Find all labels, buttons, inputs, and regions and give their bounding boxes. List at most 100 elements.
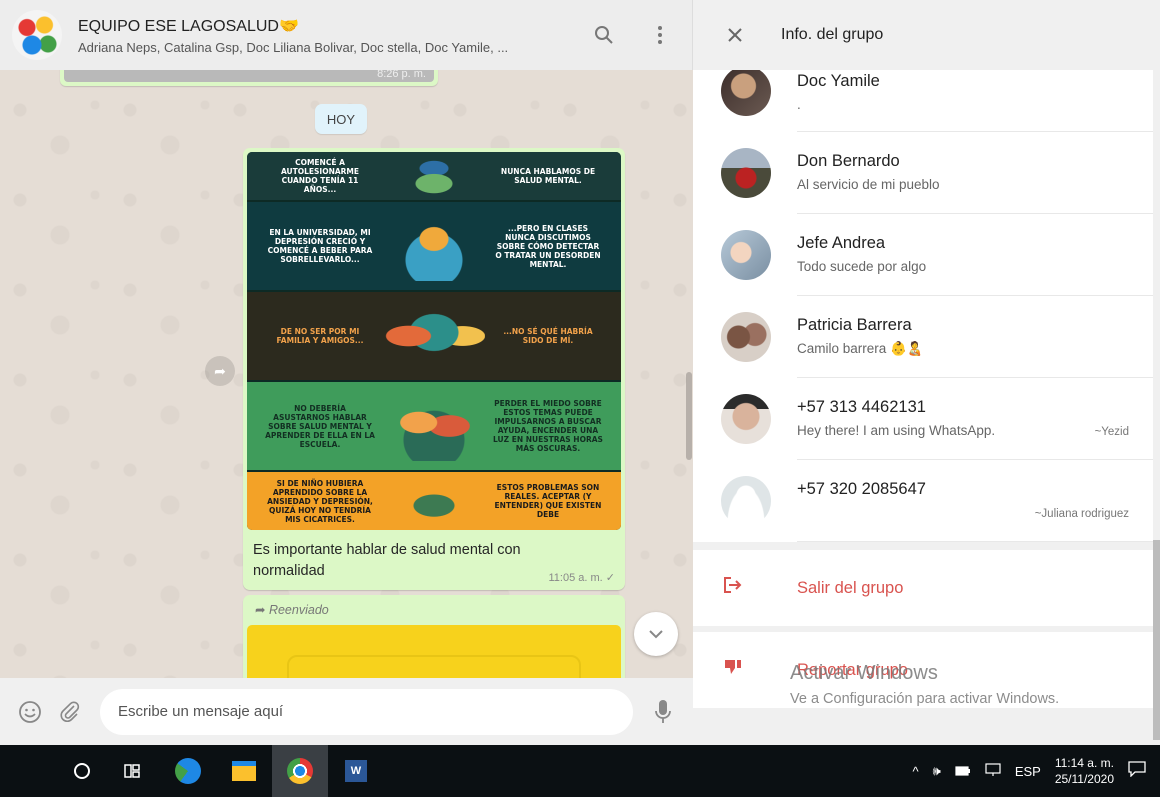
comic-caption: NO DEBERÍA ASUSTARNOS HABLAR SOBRE SALUD… (265, 403, 375, 449)
member-status: . (797, 97, 801, 112)
close-icon[interactable] (723, 23, 747, 47)
cortana-icon[interactable] (60, 745, 104, 797)
notification-icon[interactable] (1128, 760, 1146, 782)
forward-icon[interactable]: ➦ (205, 356, 235, 386)
comic-figure (383, 477, 485, 525)
chat-scrollbar[interactable] (686, 372, 692, 460)
member-alias: ~Yezid (1094, 426, 1129, 438)
exit-group-button[interactable]: Salir del grupo (693, 550, 1153, 626)
edge-logo (175, 758, 201, 784)
chevron-up-icon[interactable]: ^ (913, 764, 919, 779)
group-info-title: Info. del grupo (781, 26, 884, 43)
message-text: Es importante hablar de salud mental con… (253, 542, 521, 579)
folder-logo (232, 761, 256, 781)
chrome-logo (287, 758, 313, 784)
member-name: Patricia Barrera (797, 316, 912, 334)
comic-panel: SI DE NIÑO HUBIERA APRENDIDO SOBRE LA AN… (247, 472, 621, 530)
comic-image[interactable]: COMENCÉ A AUTOLESIONARME CUANDO TENÍA 11… (247, 152, 621, 530)
image-message[interactable]: COMENCÉ A AUTOLESIONARME CUANDO TENÍA 11… (243, 148, 625, 590)
day-separator: HOY (315, 104, 367, 134)
comic-panel: DE NO SER POR MI FAMILIA Y AMIGOS... ...… (247, 292, 621, 380)
group-avatar[interactable] (12, 10, 62, 60)
clock-date: 25/11/2020 (1054, 772, 1114, 786)
comic-caption: NUNCA HABLAMOS DE SALUD MENTAL. (500, 167, 596, 185)
battery-icon[interactable] (955, 764, 971, 779)
chrome-icon[interactable] (272, 745, 328, 797)
comic-panel: EN LA UNIVERSIDAD, MI DEPRESIÓN CRECIÓ Y… (247, 202, 621, 290)
thumbs-down-icon (723, 658, 747, 682)
edge-icon[interactable] (160, 745, 216, 797)
comic-figure (383, 156, 485, 196)
composer (0, 678, 693, 745)
info-scrollbar[interactable] (1153, 540, 1160, 740)
forwarded-text: Reenviado (268, 603, 329, 617)
member-text: Patricia Barrera Camilo barrera 👶🧑‍🍼 (797, 296, 1153, 378)
microphone-icon[interactable] (643, 692, 683, 732)
exit-icon (723, 576, 747, 600)
task-view-icon[interactable] (104, 745, 160, 797)
chat-header[interactable]: EQUIPO ESE LAGOSALUD🤝 Adriana Neps, Cata… (0, 0, 693, 70)
comic-caption: ...NO SÉ QUÉ HABRÍA SIDO DE MÍ. (503, 327, 593, 345)
member-list: Doc Yamile . Don Bernardo Al servicio de… (693, 50, 1153, 542)
comic-figure (383, 300, 485, 372)
member-item[interactable]: +57 320 2085647 ~Juliana rodriguez (693, 460, 1153, 542)
watermark-title: Activar Windows (790, 662, 938, 684)
comic-figure (383, 390, 485, 462)
message-time: 11:05 a. m. ✓ (548, 572, 616, 584)
chat-header-text[interactable]: EQUIPO ESE LAGOSALUD🤝 Adriana Neps, Cata… (78, 16, 568, 55)
member-text: Jefe Andrea Todo sucede por algo (797, 214, 1153, 296)
avatar (721, 394, 771, 444)
avatar (721, 66, 771, 116)
member-text: +57 313 4462131 Hey there! I am using Wh… (797, 378, 1153, 460)
comic-caption: ESTOS PROBLEMAS SON REALES. ACEPTAR (Y E… (494, 483, 602, 519)
member-item[interactable]: Jefe Andrea Todo sucede por algo (693, 214, 1153, 296)
clock-time: 11:14 a. m. (1054, 756, 1114, 770)
clock[interactable]: 11:14 a. m. 25/11/2020 (1055, 755, 1114, 787)
message-input[interactable] (100, 688, 633, 735)
avatar (721, 230, 771, 280)
member-name: Don Bernardo (797, 152, 900, 170)
network-icon[interactable] (985, 762, 1001, 780)
menu-icon[interactable] (640, 15, 680, 55)
search-icon[interactable] (584, 15, 624, 55)
chat-panel: EQUIPO ESE LAGOSALUD🤝 Adriana Neps, Cata… (0, 0, 693, 745)
scroll-down-button[interactable] (634, 612, 678, 656)
avatar (721, 312, 771, 362)
system-tray: ^ 🕪 ESP 11:14 a. m. 25/11/2020 (913, 755, 1147, 787)
emoji-icon[interactable] (10, 692, 50, 732)
volume-icon[interactable]: 🕪 (933, 763, 941, 779)
word-logo: W (345, 760, 367, 782)
exit-group-label: Salir del grupo (797, 578, 904, 597)
member-alias: ~Juliana rodriguez (1034, 508, 1129, 520)
comic-caption: DE NO SER POR MI FAMILIA Y AMIGOS... (276, 327, 364, 345)
member-item[interactable]: +57 313 4462131 Hey there! I am using Wh… (693, 378, 1153, 460)
member-status: Camilo barrera 👶🧑‍🍼 (797, 341, 924, 356)
group-info-panel: Info. del grupo Doc Yamile . Don Bernard… (693, 0, 1160, 745)
comic-caption: EN LA UNIVERSIDAD, MI DEPRESIÓN CRECIÓ Y… (267, 228, 373, 264)
member-status: Todo sucede por algo (797, 259, 927, 274)
comic-caption: SI DE NIÑO HUBIERA APRENDIDO SOBRE LA AN… (267, 478, 373, 524)
file-explorer-icon[interactable] (216, 745, 272, 797)
language-indicator[interactable]: ESP (1015, 764, 1041, 779)
member-name: Doc Yamile (797, 72, 880, 90)
member-status: Al servicio de mi pueblo (797, 177, 940, 192)
member-text: +57 320 2085647 ~Juliana rodriguez (797, 460, 1153, 542)
comic-figure (383, 210, 485, 282)
taskbar: W ^ 🕪 ESP 11:14 a. m. 25/11/2020 (0, 745, 1160, 797)
attach-icon[interactable] (50, 692, 90, 732)
member-text: Don Bernardo Al servicio de mi pueblo (797, 132, 1153, 214)
comic-panel: COMENCÉ A AUTOLESIONARME CUANDO TENÍA 11… (247, 152, 621, 200)
watermark-subtitle: Ve a Configuración para activar Windows. (790, 691, 1060, 707)
member-name: +57 313 4462131 (797, 398, 926, 416)
member-item[interactable]: Don Bernardo Al servicio de mi pueblo (693, 132, 1153, 214)
group-name: EQUIPO ESE LAGOSALUD🤝 (78, 17, 299, 35)
comic-panel: NO DEBERÍA ASUSTARNOS HABLAR SOBRE SALUD… (247, 382, 621, 470)
member-item[interactable]: Patricia Barrera Camilo barrera 👶🧑‍🍼 (693, 296, 1153, 378)
member-name: +57 320 2085647 (797, 480, 926, 498)
word-icon[interactable]: W (328, 745, 384, 797)
default-avatar-icon (721, 476, 771, 526)
comic-caption: COMENCÉ A AUTOLESIONARME CUANDO TENÍA 11… (280, 158, 360, 194)
comic-caption: PERDER EL MIEDO SOBRE ESTOS TEMAS PUEDE … (493, 399, 603, 453)
chevron-down-icon (649, 630, 663, 639)
group-info-header: Info. del grupo (693, 0, 1160, 70)
